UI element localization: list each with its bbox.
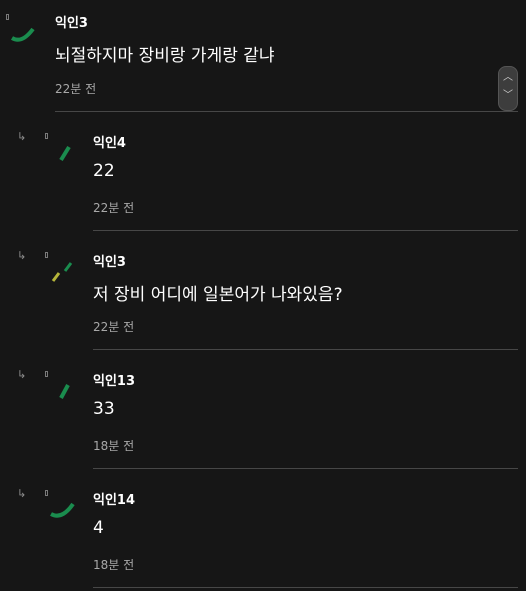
comment-nickname[interactable]: 익인3	[93, 251, 126, 270]
comment-item: 익인3 뇌절하지마 장비랑 가게랑 같냐 22분 전 ︿ ﹀	[0, 0, 526, 113]
comment-time: 18분 전	[93, 558, 135, 572]
comment-divider	[55, 111, 518, 112]
comment-item: ↳ 익인3 저 장비 어디에 일본어가 나와있음? 22분 전	[0, 232, 526, 351]
chevron-up-icon[interactable]: ︿	[499, 73, 517, 83]
comment-divider	[93, 349, 518, 350]
comment-divider	[93, 587, 518, 588]
comment-nickname[interactable]: 익인3	[55, 12, 88, 31]
comment-item: ↳ 익인4 22 22분 전	[0, 113, 526, 232]
comment-time: 22분 전	[93, 320, 135, 334]
reply-arrow-icon: ↳	[17, 487, 27, 500]
reply-arrow-icon: ↳	[17, 130, 27, 143]
comment-body: 뇌절하지마 장비랑 가게랑 같냐	[55, 46, 275, 66]
comment-nickname[interactable]: 익인13	[93, 370, 135, 389]
comment-nickname[interactable]: 익인14	[93, 489, 135, 508]
bookmark-icon[interactable]	[6, 14, 9, 20]
bookmark-icon[interactable]	[45, 490, 48, 496]
bookmark-icon[interactable]	[45, 371, 48, 377]
comment-body: 저 장비 어디에 일본어가 나와있음?	[93, 285, 343, 305]
comment-divider	[93, 468, 518, 469]
comment-nickname[interactable]: 익인4	[93, 132, 126, 151]
avatar-arc-icon	[48, 498, 78, 528]
comment-time: 22분 전	[93, 201, 135, 215]
comment-time: 18분 전	[93, 439, 135, 453]
reply-arrow-icon: ↳	[17, 249, 27, 262]
avatar-arc-icon	[8, 22, 38, 52]
avatar-double-stroke-icon	[50, 260, 80, 290]
comment-body: 33	[93, 399, 115, 419]
comment-item: ↳ 익인13 33 18분 전	[0, 351, 526, 470]
reply-arrow-icon: ↳	[17, 368, 27, 381]
comment-thread: 익인3 뇌절하지마 장비랑 가게랑 같냐 22분 전 ︿ ﹀ ↳ 익인4 22 …	[0, 0, 526, 591]
comment-body: 22	[93, 161, 115, 181]
scroll-control[interactable]: ︿ ﹀	[498, 66, 518, 111]
avatar-stroke-icon	[52, 141, 82, 171]
bookmark-icon[interactable]	[45, 133, 48, 139]
chevron-down-icon[interactable]: ﹀	[499, 91, 517, 101]
comment-item: ↳ 익인14 4 18분 전	[0, 470, 526, 591]
comment-time: 22분 전	[55, 82, 97, 96]
bookmark-icon[interactable]	[45, 252, 48, 258]
comment-body: 4	[93, 518, 104, 538]
avatar-stroke-icon	[52, 379, 82, 409]
comment-divider	[93, 230, 518, 231]
